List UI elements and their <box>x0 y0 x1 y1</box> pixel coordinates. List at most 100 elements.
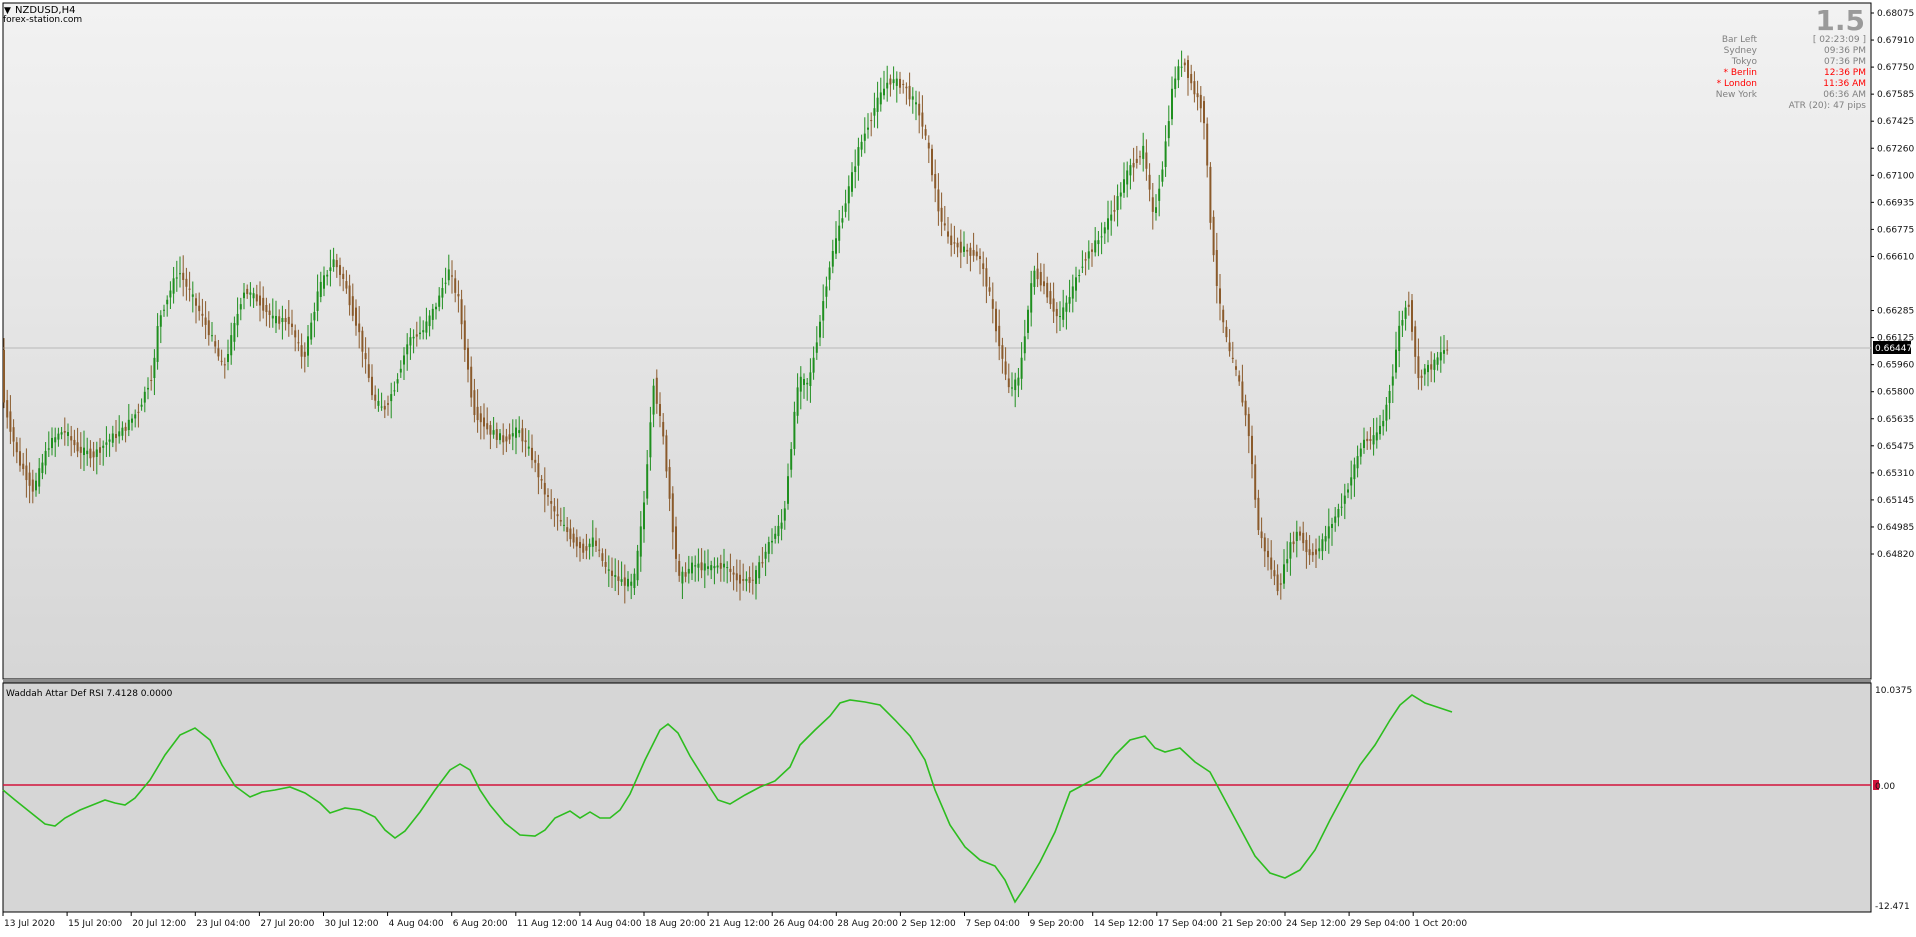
candle-body <box>595 540 597 546</box>
candle-body <box>105 442 108 445</box>
candle-body <box>755 570 757 584</box>
candle-body <box>1254 464 1257 500</box>
candle-body <box>1020 357 1023 379</box>
candle-body <box>1180 66 1183 68</box>
price-tick-label: 0.64820 <box>1877 550 1914 560</box>
candle-body <box>697 563 700 568</box>
candle-body <box>713 566 716 569</box>
price-panel[interactable] <box>2 2 1872 680</box>
candle-body <box>591 537 594 547</box>
candle-body <box>1446 349 1449 351</box>
chart-canvas[interactable]: ▼ NZDUSD,H4 forex-station.com 1.5 Bar Le… <box>0 0 1916 933</box>
candle-body <box>463 320 466 350</box>
candle-body <box>214 341 217 347</box>
candle-body <box>607 569 610 571</box>
panel-divider[interactable] <box>3 679 1871 683</box>
candle-body <box>649 422 652 458</box>
chart-window[interactable]: ▼ NZDUSD,H4 forex-station.com 1.5 Bar Le… <box>0 0 1916 933</box>
candle-body <box>1324 536 1327 542</box>
candle-body <box>1302 532 1305 544</box>
candle-body <box>1398 325 1401 351</box>
candle-body <box>175 277 178 279</box>
candle-body <box>556 514 559 517</box>
candle-body <box>553 506 556 512</box>
candle-body <box>364 353 367 360</box>
candle-body <box>1196 93 1199 98</box>
candle-body <box>390 394 393 402</box>
candle-body <box>1369 439 1372 441</box>
candle-body <box>643 502 645 530</box>
candle-body <box>271 315 274 319</box>
candle-body <box>12 427 15 442</box>
session-time: 12:36 PM <box>1824 68 1866 78</box>
candle-body <box>323 275 325 289</box>
candle-body <box>387 403 389 405</box>
candle-body <box>38 468 41 487</box>
candle-body <box>294 330 297 338</box>
price-tick-label: 0.65310 <box>1877 469 1914 479</box>
candle-body <box>246 288 249 295</box>
candle-body <box>508 434 511 440</box>
candle-body <box>63 431 66 433</box>
price-tick-label: 0.67910 <box>1877 36 1914 46</box>
candle-body <box>230 335 233 356</box>
time-tick-label: 21 Aug 12:00 <box>709 919 770 929</box>
candle-body <box>89 448 92 459</box>
candle-body <box>655 377 658 404</box>
candle-body <box>489 425 492 435</box>
candle-body <box>1062 307 1065 320</box>
candle-body <box>201 313 204 316</box>
candle-body <box>406 344 409 355</box>
candle-body <box>182 272 185 280</box>
candle-body <box>355 307 357 326</box>
candle-body <box>671 493 674 533</box>
candle-body <box>1030 283 1033 313</box>
indicator-axis-top: 10.0375 <box>1875 686 1912 696</box>
candle-body <box>1379 425 1381 435</box>
candle-body <box>435 306 437 310</box>
candle-body <box>803 379 805 385</box>
candle-body <box>1071 286 1074 299</box>
candle-body <box>1142 145 1145 159</box>
candle-body <box>787 476 789 504</box>
candle-body <box>358 323 361 333</box>
candle-body <box>1011 387 1013 389</box>
candle-body <box>940 207 943 222</box>
candle-body <box>47 448 50 450</box>
candle-body <box>1116 196 1119 211</box>
candle-body <box>1433 359 1436 370</box>
candle-body <box>588 543 591 548</box>
candle-body <box>1126 170 1129 185</box>
candle-body <box>1340 506 1343 508</box>
candle-body <box>956 242 959 248</box>
price-tick-label: 0.65475 <box>1877 442 1914 452</box>
candle-body <box>127 419 130 431</box>
candle-body <box>447 269 450 281</box>
candle-body <box>1395 349 1397 373</box>
session-label: New York <box>1716 90 1758 100</box>
price-tick-label: 0.67425 <box>1877 117 1914 127</box>
candle-body <box>476 406 479 421</box>
candle-body <box>1241 381 1244 403</box>
candle-body <box>265 305 268 313</box>
candle-body <box>44 450 47 466</box>
candle-body <box>764 551 767 559</box>
indicator-panel[interactable] <box>2 682 1872 913</box>
time-tick-label: 7 Sep 04:00 <box>966 919 1021 929</box>
candle-body <box>1107 218 1109 230</box>
candle-body <box>147 387 149 390</box>
candle-body <box>134 414 137 419</box>
candle-body <box>31 479 34 492</box>
candle-body <box>1382 420 1385 427</box>
time-tick-label: 23 Jul 04:00 <box>196 919 250 929</box>
candle-body <box>1235 366 1237 370</box>
candle-body <box>1183 62 1186 66</box>
candle-body <box>796 387 799 416</box>
candle-body <box>838 225 841 241</box>
candle-body <box>444 282 447 284</box>
candle-body <box>636 550 639 581</box>
candle-body <box>470 366 473 398</box>
price-tick-label: 0.67100 <box>1877 171 1914 181</box>
candle-body <box>575 537 578 547</box>
candle-body <box>895 78 898 86</box>
